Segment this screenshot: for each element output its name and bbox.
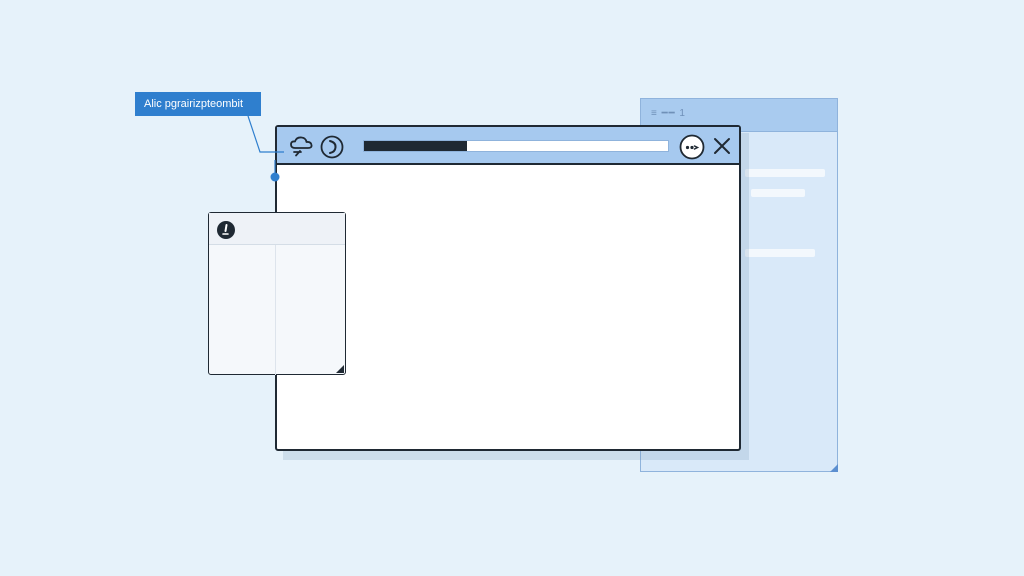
alert-icon xyxy=(217,221,235,239)
background-window-title: ≡ ━━ 1 xyxy=(651,108,686,119)
background-line xyxy=(751,189,805,197)
panel-header[interactable] xyxy=(209,213,345,245)
more-button[interactable] xyxy=(679,134,705,160)
refresh-icon[interactable] xyxy=(320,135,344,159)
background-line xyxy=(745,169,825,177)
floating-panel[interactable] xyxy=(208,212,346,375)
panel-divider xyxy=(275,245,276,375)
close-button[interactable] xyxy=(711,135,733,157)
tooltip-callout: Alic pgrairizpteombit xyxy=(135,92,261,116)
progress-bar xyxy=(363,140,669,152)
progress-fill xyxy=(364,141,468,151)
resize-grip[interactable] xyxy=(336,365,344,373)
main-window-titlebar[interactable] xyxy=(277,127,739,165)
resize-grip[interactable] xyxy=(830,464,838,472)
background-line xyxy=(745,249,815,257)
cloud-icon[interactable] xyxy=(289,135,315,157)
